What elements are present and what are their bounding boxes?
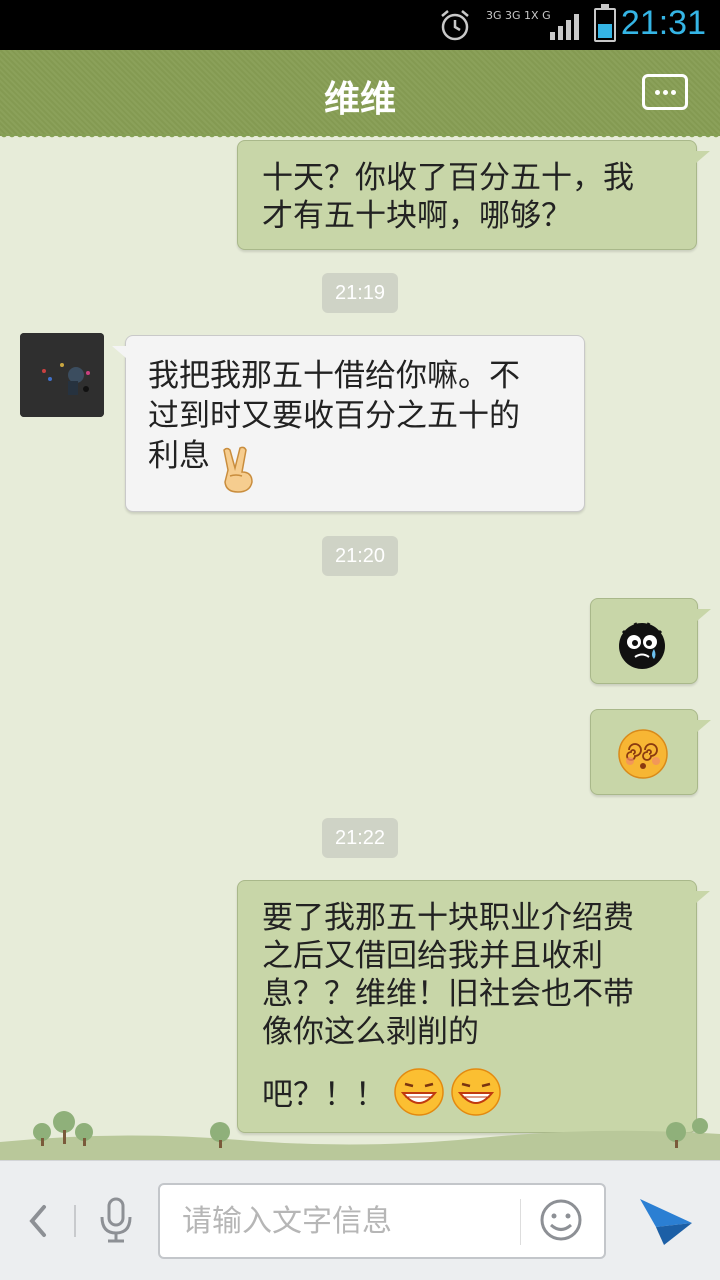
message-bubble-outgoing[interactable]	[590, 709, 711, 795]
timestamp: 21:22	[322, 818, 398, 858]
emoji-icon[interactable]	[538, 1197, 584, 1243]
crying-face-icon	[619, 622, 665, 669]
signal-icon	[550, 14, 579, 40]
send-icon[interactable]	[636, 1191, 696, 1251]
timestamp: 21:20	[322, 536, 398, 576]
dizzy-face-icon	[618, 729, 668, 779]
chat-header: 维维	[0, 50, 720, 142]
microphone-icon[interactable]	[96, 1195, 136, 1245]
message-text: 十天？你收了百分五十，我 才有五十块啊，哪够？	[262, 160, 634, 234]
input-bar	[0, 1160, 720, 1280]
message-input-box[interactable]	[158, 1183, 606, 1259]
chevron-left-icon[interactable]	[22, 1199, 52, 1243]
chat-info-button[interactable]	[642, 74, 688, 110]
message-text: 要了我那五十块职业介绍费 之后又借回给我并且收利 息？？维维！旧社会也不带 像你…	[262, 900, 634, 1050]
message-bubble-outgoing[interactable]	[590, 598, 711, 684]
background-hills	[0, 1111, 720, 1160]
message-bubble-outgoing[interactable]: 要了我那五十块职业介绍费 之后又借回给我并且收利 息？？维维！旧社会也不带 像你…	[237, 880, 710, 1133]
divider	[74, 1205, 76, 1237]
timestamp: 21:19	[322, 273, 398, 313]
divider	[520, 1199, 521, 1245]
status-bar: 3G 3G 1X G 21:31	[0, 0, 720, 50]
message-text: 我把我那五十借给你嘛。不 过到时又要收百分之五十的 利息	[148, 358, 520, 474]
battery-icon	[594, 4, 616, 42]
network-type: 3G 3G 1X G	[486, 9, 551, 22]
contact-name: 维维	[323, 79, 396, 120]
alarm-icon	[441, 10, 469, 41]
message-bubble-outgoing[interactable]: 十天？你收了百分五十，我 才有五十块啊，哪够？	[237, 140, 710, 250]
victory-hand-icon	[223, 446, 253, 493]
message-input[interactable]	[182, 1201, 502, 1241]
contact-avatar[interactable]	[20, 333, 104, 417]
message-bubble-incoming[interactable]: 我把我那五十借给你嘛。不 过到时又要收百分之五十的 利息	[112, 335, 585, 512]
avatar-image	[20, 333, 104, 417]
status-clock: 21:31	[620, 4, 706, 42]
